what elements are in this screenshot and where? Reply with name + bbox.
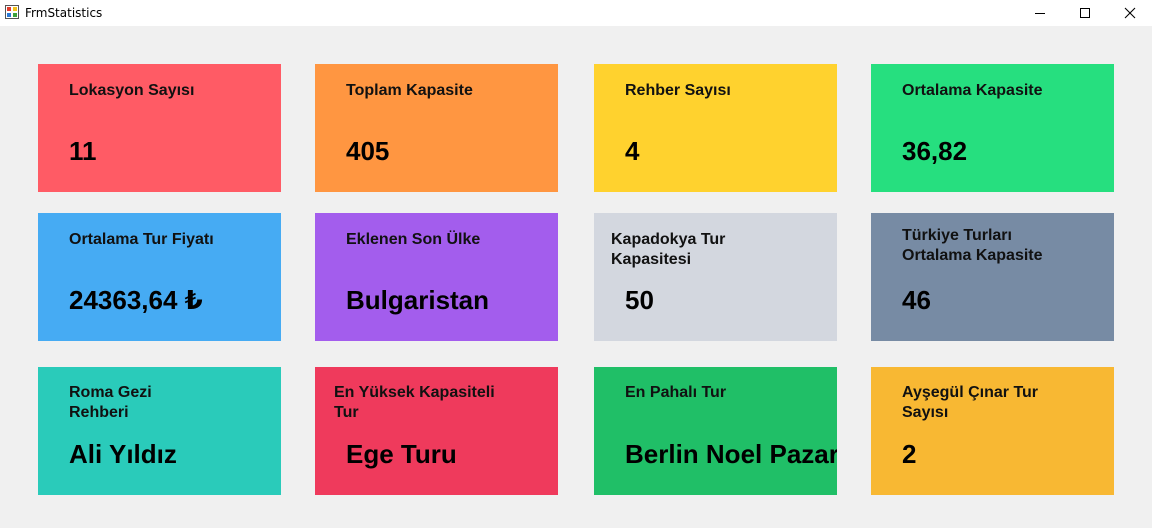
card-value: 50 xyxy=(625,285,654,315)
card-aysegul: Ayşegül Çınar Tur Sayısı 2 xyxy=(871,367,1114,495)
card-value: 4 xyxy=(625,136,640,166)
card-value: Berlin Noel Pazarı xyxy=(625,439,837,469)
minimize-button[interactable] xyxy=(1017,0,1063,26)
card-title: Eklenen Son Ülke xyxy=(346,231,481,248)
app-window: FrmStatistics Lokasyon Sayısı 11 Toplam … xyxy=(0,0,1152,528)
card-ortalama-kapasite: Ortalama Kapasite 36,82 xyxy=(871,64,1114,192)
card-title: En Pahalı Tur xyxy=(625,384,727,401)
card-value: 46 xyxy=(902,285,931,315)
card-value: Ali Yıldız xyxy=(69,439,177,469)
card-title: Ortalama Tur Fiyatı xyxy=(69,231,214,248)
close-icon xyxy=(1124,7,1136,19)
card-value: Ege Turu xyxy=(346,439,457,469)
card-value: 405 xyxy=(346,136,390,166)
title-bar[interactable]: FrmStatistics xyxy=(0,0,1152,26)
window-title: FrmStatistics xyxy=(25,6,103,20)
maximize-icon xyxy=(1080,8,1090,18)
card-value: Bulgaristan xyxy=(346,285,490,315)
app-icon xyxy=(5,5,19,19)
card-lokasyon: Lokasyon Sayısı 11 xyxy=(38,64,281,192)
card-title: Roma Gezi Rehberi xyxy=(69,384,152,421)
card-value: 11 xyxy=(69,136,97,166)
card-title: Ortalama Kapasite xyxy=(902,82,1043,99)
card-value: 36,82 xyxy=(902,136,968,166)
minimize-icon xyxy=(1035,13,1045,14)
card-son-ulke: Eklenen Son Ülke Bulgaristan xyxy=(315,213,558,341)
card-kapadokya: Kapadokya Tur Kapasitesi 50 xyxy=(594,213,837,341)
card-title: Türkiye Turları Ortalama Kapasite xyxy=(902,227,1043,264)
card-title: Toplam Kapasite xyxy=(346,82,473,99)
close-button[interactable] xyxy=(1107,0,1152,26)
card-toplam-kapasite: Toplam Kapasite 405 xyxy=(315,64,558,192)
card-pahali-tur: En Pahalı Tur Berlin Noel Pazarı xyxy=(594,367,837,495)
card-ortalama-fiyat: Ortalama Tur Fiyatı 24363,64 ₺ xyxy=(38,213,281,341)
card-turkiye: Türkiye Turları Ortalama Kapasite 46 xyxy=(871,213,1114,341)
card-title: Rehber Sayısı xyxy=(625,82,731,99)
maximize-button[interactable] xyxy=(1062,0,1108,26)
card-roma-rehber: Roma Gezi Rehberi Ali Yıldız xyxy=(38,367,281,495)
card-title: Kapadokya Tur Kapasitesi xyxy=(611,231,726,268)
card-rehber: Rehber Sayısı 4 xyxy=(594,64,837,192)
card-title: En Yüksek Kapasiteli Tur xyxy=(334,384,495,421)
card-title: Ayşegül Çınar Tur Sayısı xyxy=(902,384,1039,421)
card-value: 2 xyxy=(902,439,917,469)
card-title: Lokasyon Sayısı xyxy=(69,82,195,99)
card-yuksek-kapasite: En Yüksek Kapasiteli Tur Ege Turu xyxy=(315,367,558,495)
card-value: 24363,64 ₺ xyxy=(69,285,203,315)
